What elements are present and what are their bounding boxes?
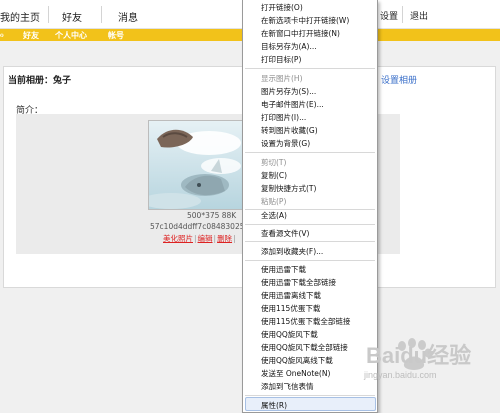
menu-item-copy[interactable]: 复制(C) <box>261 170 287 181</box>
menu-item-thunder-download[interactable]: 使用迅雷下载 <box>261 264 306 275</box>
nav-logout-link[interactable]: 退出 <box>410 9 428 22</box>
menu-item-properties[interactable]: 属性(R) <box>261 400 287 411</box>
menu-item-print-picture[interactable]: 打印图片(I)... <box>261 112 306 123</box>
nav-divider <box>402 6 403 23</box>
menu-item-115-download[interactable]: 使用115优蛋下载 <box>261 303 320 314</box>
nav-home-link[interactable]: 我的主页 <box>0 9 40 24</box>
menu-item-show-picture: 显示图片(H) <box>261 74 303 83</box>
menu-item-send-to-onenote[interactable]: 发送至 OneNote(N) <box>261 368 330 379</box>
beautify-photo-link[interactable]: 美化照片 <box>163 234 193 243</box>
photo-background-area-right <box>376 114 400 254</box>
menu-item-add-to-favorites[interactable]: 添加到收藏夹(F)... <box>261 246 323 257</box>
menu-item-open-in-new-window[interactable]: 在新窗口中打开链接(N) <box>261 28 340 39</box>
menu-item-view-source[interactable]: 查看源文件(V) <box>261 228 309 239</box>
menu-item-save-picture-as[interactable]: 图片另存为(S)... <box>261 86 316 97</box>
context-menu: 打开链接(O) 在新选项卡中打开链接(W) 在新窗口中打开链接(N) 目标另存为… <box>242 0 378 413</box>
menu-item-paste: 粘贴(P) <box>261 197 287 206</box>
menu-item-thunder-download-all[interactable]: 使用迅雷下载全部链接 <box>261 277 336 288</box>
album-settings-link[interactable]: 设置相册 <box>381 73 417 86</box>
menu-item-qq-whirlwind-download[interactable]: 使用QQ旋风下载 <box>261 329 318 340</box>
menu-item-set-as-background[interactable]: 设置为背景(G) <box>261 138 310 149</box>
menu-separator <box>245 395 375 396</box>
menu-item-email-picture[interactable]: 电子邮件图片(E)... <box>261 99 324 110</box>
menu-item-open-link[interactable]: 打开链接(O) <box>261 2 303 13</box>
menu-item-add-to-fetion[interactable]: 添加到飞信表情 <box>261 381 314 392</box>
tab-personal-center[interactable]: 个人中心 <box>55 30 87 41</box>
menu-separator <box>245 68 375 69</box>
menu-item-qq-whirlwind-download-all[interactable]: 使用QQ旋风下载全部链接 <box>261 342 348 353</box>
photo-actions: 美化照片|编辑|删除| <box>163 234 236 243</box>
nav-divider <box>48 6 49 23</box>
baidu-jingyan-watermark: Baidu经验 jingyan.baidu.com <box>360 336 496 388</box>
nav-messages-link[interactable]: 消息 <box>118 9 138 24</box>
tab-friends[interactable]: 好友 <box>23 30 39 41</box>
nav-settings-link[interactable]: 设置 <box>380 9 398 22</box>
tab-yellow-truncated[interactable]: ℴ <box>0 30 4 39</box>
edit-photo-link[interactable]: 编辑 <box>198 234 213 243</box>
menu-separator <box>245 260 375 261</box>
photo-dimensions: 500*375 88K <box>187 211 237 220</box>
nav-divider <box>101 6 102 23</box>
tab-account[interactable]: 帐号 <box>108 30 124 41</box>
watermark-brand: Baidu经验 <box>366 343 472 368</box>
menu-item-select-all[interactable]: 全选(A) <box>261 210 287 221</box>
nav-friends-link[interactable]: 好友 <box>62 9 82 24</box>
menu-separator <box>245 224 375 225</box>
menu-item-open-in-new-tab[interactable]: 在新选项卡中打开链接(W) <box>261 15 349 26</box>
photo-filename: 57c10d4ddff7c08483025c8 <box>150 222 254 231</box>
menu-item-thunder-offline[interactable]: 使用迅雷离线下载 <box>261 290 321 301</box>
rabbit-photo[interactable] <box>148 120 245 210</box>
menu-item-go-to-pictures[interactable]: 转到图片收藏(G) <box>261 125 318 136</box>
album-title: 当前相册：兔子 <box>8 76 72 86</box>
menu-item-print-target[interactable]: 打印目标(P) <box>261 54 301 65</box>
menu-separator <box>245 241 375 242</box>
delete-photo-link[interactable]: 删除 <box>217 234 232 243</box>
menu-item-115-download-all[interactable]: 使用115优蛋下载全部链接 <box>261 316 350 327</box>
menu-item-save-target-as[interactable]: 目标另存为(A)... <box>261 41 317 52</box>
menu-item-qq-whirlwind-offline[interactable]: 使用QQ旋风离线下载 <box>261 355 333 366</box>
menu-separator <box>245 152 375 153</box>
menu-item-copy-shortcut[interactable]: 复制快捷方式(T) <box>261 183 316 194</box>
rabbit-photo-image <box>149 121 244 209</box>
watermark-url: jingyan.baidu.com <box>364 370 437 380</box>
menu-item-cut: 剪切(T) <box>261 158 287 167</box>
